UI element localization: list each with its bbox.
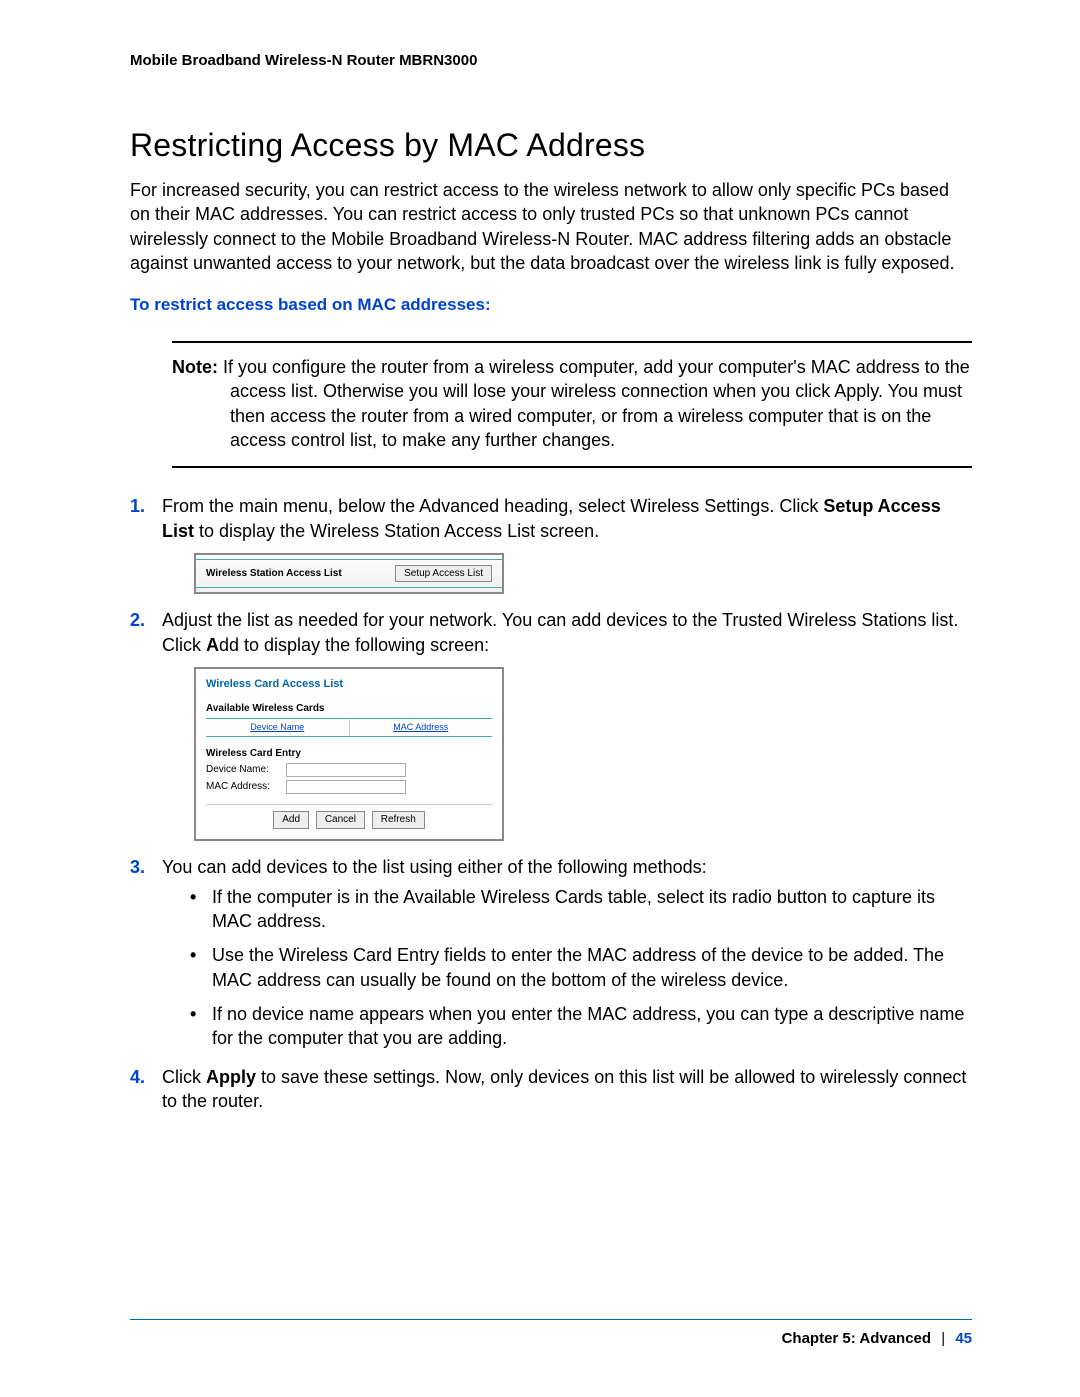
intro-paragraph: For increased security, you can restrict…	[130, 178, 972, 275]
step-1-text-a: From the main menu, below the Advanced h…	[162, 496, 823, 516]
bullet-3: If no device name appears when you enter…	[190, 1002, 972, 1051]
shot2-table-header: Device Name MAC Address	[206, 718, 492, 736]
shot2-entry-label: Wireless Card Entry	[206, 747, 492, 761]
shot2-mac-input	[286, 780, 406, 794]
step-2-text-b: dd to display the following screen:	[219, 635, 489, 655]
shot2-available-label: Available Wireless Cards	[206, 702, 492, 716]
shot2-devicename-row: Device Name:	[206, 763, 492, 777]
step-1: From the main menu, below the Advanced h…	[130, 494, 972, 594]
step-4-text-b: to save these settings. Now, only device…	[162, 1067, 966, 1111]
shot1-label: Wireless Station Access List	[206, 567, 342, 581]
shot2-mac-label: MAC Address:	[206, 780, 286, 794]
shot2-button-row: Add Cancel Refresh	[206, 804, 492, 829]
step-3: You can add devices to the list using ei…	[130, 855, 972, 1051]
footer-page-number: 45	[955, 1330, 972, 1347]
screenshot-access-list: Wireless Station Access List Setup Acces…	[194, 553, 504, 595]
step-2: Adjust the list as needed for your netwo…	[130, 608, 972, 840]
section-title: Restricting Access by MAC Address	[130, 127, 972, 164]
note-text: If you configure the router from a wirel…	[223, 357, 970, 450]
note-label: Note:	[172, 357, 218, 377]
footer-separator: |	[941, 1330, 945, 1347]
procedure-heading: To restrict access based on MAC addresse…	[130, 295, 972, 315]
document-header: Mobile Broadband Wireless-N Router MBRN3…	[130, 52, 972, 69]
bullet-2: Use the Wireless Card Entry fields to en…	[190, 943, 972, 992]
footer-chapter: Chapter 5: Advanced	[782, 1330, 931, 1347]
shot2-refresh-button: Refresh	[372, 811, 425, 829]
bullet-1: If the computer is in the Available Wire…	[190, 885, 972, 934]
screenshot-card-access: Wireless Card Access List Available Wire…	[194, 667, 504, 840]
step-1-text-b: to display the Wireless Station Access L…	[194, 521, 599, 541]
step-3-text: You can add devices to the list using ei…	[162, 857, 707, 877]
shot2-mac-row: MAC Address:	[206, 780, 492, 794]
note-block: Note: If you configure the router from a…	[172, 341, 972, 468]
shot2-add-button: Add	[273, 811, 309, 829]
shot2-cancel-button: Cancel	[316, 811, 365, 829]
step-4-bold: Apply	[206, 1067, 256, 1087]
step-4: Click Apply to save these settings. Now,…	[130, 1065, 972, 1114]
shot1-setup-button: Setup Access List	[395, 565, 492, 583]
page-footer: Chapter 5: Advanced | 45	[130, 1319, 972, 1347]
shot2-title: Wireless Card Access List	[206, 677, 492, 692]
shot2-devicename-input	[286, 763, 406, 777]
shot2-col-mac: MAC Address	[350, 719, 493, 735]
step-4-text-a: Click	[162, 1067, 206, 1087]
shot2-devicename-label: Device Name:	[206, 763, 286, 777]
step-2-bold: A	[206, 635, 219, 655]
shot2-col-device: Device Name	[206, 719, 350, 735]
